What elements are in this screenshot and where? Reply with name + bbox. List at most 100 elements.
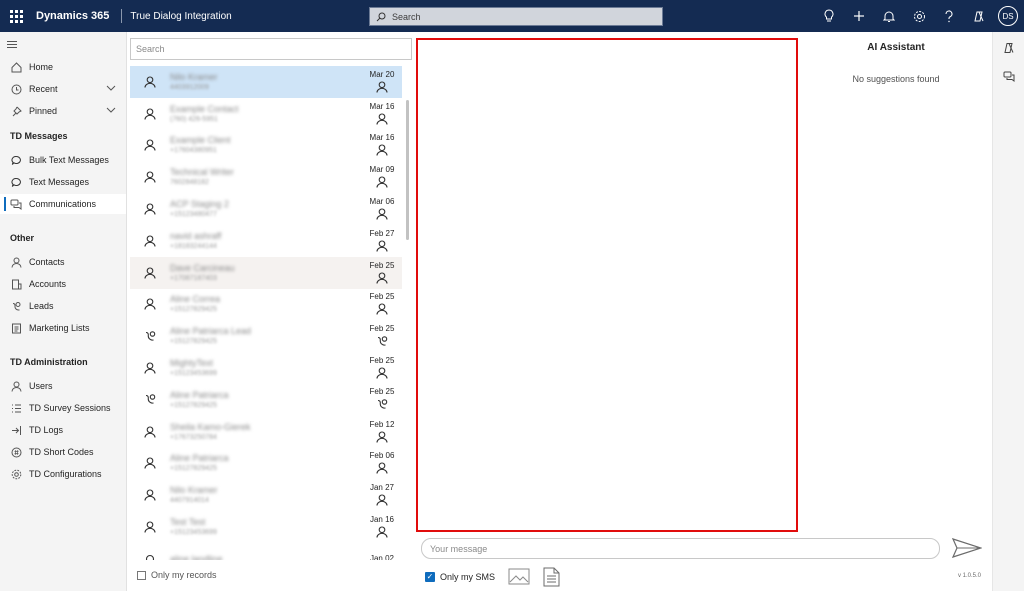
contact-type-icon: [376, 113, 388, 127]
person-icon: [10, 380, 22, 392]
gear-icon[interactable]: [904, 0, 934, 32]
conversation-list-item[interactable]: Dave Carcineau +17087187403 Feb 25: [130, 256, 402, 289]
nav-item-pinned[interactable]: Pinned: [0, 101, 126, 121]
nav-item-td-configurations[interactable]: TD Configurations: [0, 464, 126, 484]
nav-label-leads: Leads: [29, 301, 54, 311]
nav-item-communications[interactable]: Communications: [0, 194, 126, 214]
nav-item-marketing-lists[interactable]: Marketing Lists: [0, 318, 126, 338]
contact-type-icon: [376, 462, 388, 476]
conversation-list-item[interactable]: Example Client +17604380951 Mar 16: [130, 130, 402, 162]
nav-item-td-logs[interactable]: TD Logs: [0, 420, 126, 440]
contact-name: Aline Patriarca Lead: [170, 326, 252, 337]
conversation-list-item[interactable]: Aline Patriarca Lead +15127829425 Feb 25: [130, 320, 402, 352]
message-date: Jan 16: [369, 515, 395, 525]
contact-phone: +17604380951: [170, 147, 217, 155]
pin-icon: [10, 105, 22, 117]
contact-name: MightyText: [170, 358, 214, 369]
conversation-list-item[interactable]: ACP Staging 2 +15123480477 Mar 06: [130, 193, 402, 225]
person-icon: [10, 256, 22, 268]
message-date: Feb 06: [369, 451, 395, 461]
message-date: Feb 27: [369, 228, 395, 238]
conversation-list-item[interactable]: aline landline Jan 02: [130, 543, 402, 560]
conversation-list-item[interactable]: Nilo Kramer 4407914014 Jan 27: [130, 479, 402, 511]
circle-icon: [130, 554, 170, 560]
conversation-search-input[interactable]: Search: [130, 38, 412, 60]
conversation-list-item[interactable]: Aline Patriarca +15127829425 Feb 25: [130, 384, 402, 416]
nav-item-td-short-codes[interactable]: TD Short Codes: [0, 442, 126, 462]
clock-icon: [10, 83, 22, 95]
conversation-list-item[interactable]: Example Contact (760) 426-5951 Mar 16: [130, 98, 402, 130]
conversation-list-item[interactable]: MightyText +15123453699 Feb 25: [130, 352, 402, 384]
person-icon: [130, 298, 170, 311]
nav-item-users[interactable]: Users: [0, 376, 126, 396]
only-my-records-checkbox[interactable]: Only my records: [137, 570, 217, 580]
attach-document-button[interactable]: [543, 567, 560, 587]
user-avatar[interactable]: DS: [998, 6, 1018, 26]
nav-item-home[interactable]: Home: [0, 57, 126, 77]
bell-icon[interactable]: [874, 0, 904, 32]
contact-phone: +18183244144: [170, 242, 217, 250]
copilot-pane-icon[interactable]: [1002, 41, 1016, 55]
contact-phone: 4407914014: [170, 497, 209, 505]
message-date: Jan 02: [369, 554, 395, 560]
nav-group-td-administration: TD Administration: [10, 357, 88, 367]
contact-type-icon: [376, 208, 388, 222]
contact-phone: +15127829425: [170, 306, 217, 314]
sign-in-icon: [10, 424, 22, 436]
brand-name[interactable]: Dynamics 365: [32, 10, 117, 22]
conversation-list-item[interactable]: Nilo Kramer 4403912009 Mar 20: [130, 66, 402, 98]
lead-type-icon: [376, 398, 389, 413]
conversation-list-item[interactable]: Aline Patriarca +15127829425 Feb 06: [130, 448, 402, 480]
contact-type-icon: [376, 240, 388, 254]
nav-label-marketing-lists: Marketing Lists: [29, 323, 90, 333]
conversation-list-scrollbar[interactable]: [406, 66, 410, 560]
nav-label-pinned: Pinned: [29, 106, 58, 116]
contact-type-icon: [376, 144, 388, 158]
nav-label-recent: Recent: [29, 84, 58, 94]
app-launcher-button[interactable]: [0, 0, 32, 32]
nav-item-recent[interactable]: Recent: [0, 79, 126, 99]
attach-image-button[interactable]: [508, 568, 530, 585]
lightbulb-icon[interactable]: [814, 0, 844, 32]
conversation-list-panel: Search Nilo Kramer 4403912009 Mar 20 Exampl…: [127, 32, 415, 591]
conversation-list-item[interactable]: Technical Writer 7602848182 Mar 09: [130, 161, 402, 193]
message-input-placeholder: Your message: [430, 543, 488, 554]
nav-item-bulk-text-messages[interactable]: Bulk Text Messages: [0, 150, 126, 170]
app-name[interactable]: True Dialog Integration: [130, 11, 231, 22]
person-icon: [130, 426, 170, 438]
hamburger-menu-icon[interactable]: [7, 41, 17, 50]
chevron-down-icon[interactable]: [106, 106, 116, 114]
send-button[interactable]: [950, 537, 984, 559]
chat-pane-icon[interactable]: [1002, 70, 1016, 84]
only-my-sms-checkbox[interactable]: ✓ Only my SMS: [425, 572, 495, 582]
nav-label-text-messages: Text Messages: [29, 177, 90, 187]
checkmark-icon[interactable]: ✓: [425, 572, 435, 582]
message-input[interactable]: Your message: [421, 538, 940, 559]
contact-name: Example Contact: [170, 103, 239, 114]
nav-item-td-survey-sessions[interactable]: TD Survey Sessions: [0, 398, 126, 418]
copilot-icon[interactable]: [964, 0, 994, 32]
help-icon[interactable]: [934, 0, 964, 32]
conversation-icon: [10, 198, 22, 210]
nav-item-contacts[interactable]: Contacts: [0, 252, 126, 272]
nav-item-accounts[interactable]: Accounts: [0, 274, 126, 294]
conversation-list-item[interactable]: Test Test +15123453699 Jan 16: [130, 511, 402, 543]
only-my-sms-label: Only my SMS: [440, 572, 496, 582]
contact-name: Test Test: [170, 517, 206, 528]
global-search-input[interactable]: Search: [369, 7, 663, 26]
nav-item-leads[interactable]: Leads: [0, 296, 126, 316]
chevron-down-icon[interactable]: [106, 84, 116, 92]
number-circle-icon: [10, 446, 22, 458]
left-navigation: Home Recent Pinned TD Messages Bulk Text…: [0, 32, 127, 591]
scrollbar-thumb[interactable]: [406, 100, 409, 240]
conversation-list-item[interactable]: Sheila Kamo-Gierek +17673250784 Feb 12: [130, 416, 402, 448]
conversation-list-item[interactable]: Aline Correa +15127829425 Feb 25: [130, 289, 402, 321]
nav-item-text-messages[interactable]: Text Messages: [0, 172, 126, 192]
image-icon: [508, 568, 530, 585]
checkbox-unchecked[interactable]: [137, 570, 146, 580]
conversation-list: Nilo Kramer 4403912009 Mar 20 Example Conta…: [130, 66, 406, 560]
conversation-list-item[interactable]: navid ashraff +18183244144 Feb 27: [130, 225, 402, 257]
plus-icon[interactable]: [844, 0, 874, 32]
contact-phone: +15127829425: [170, 338, 217, 346]
contact-type-icon: [376, 431, 388, 445]
